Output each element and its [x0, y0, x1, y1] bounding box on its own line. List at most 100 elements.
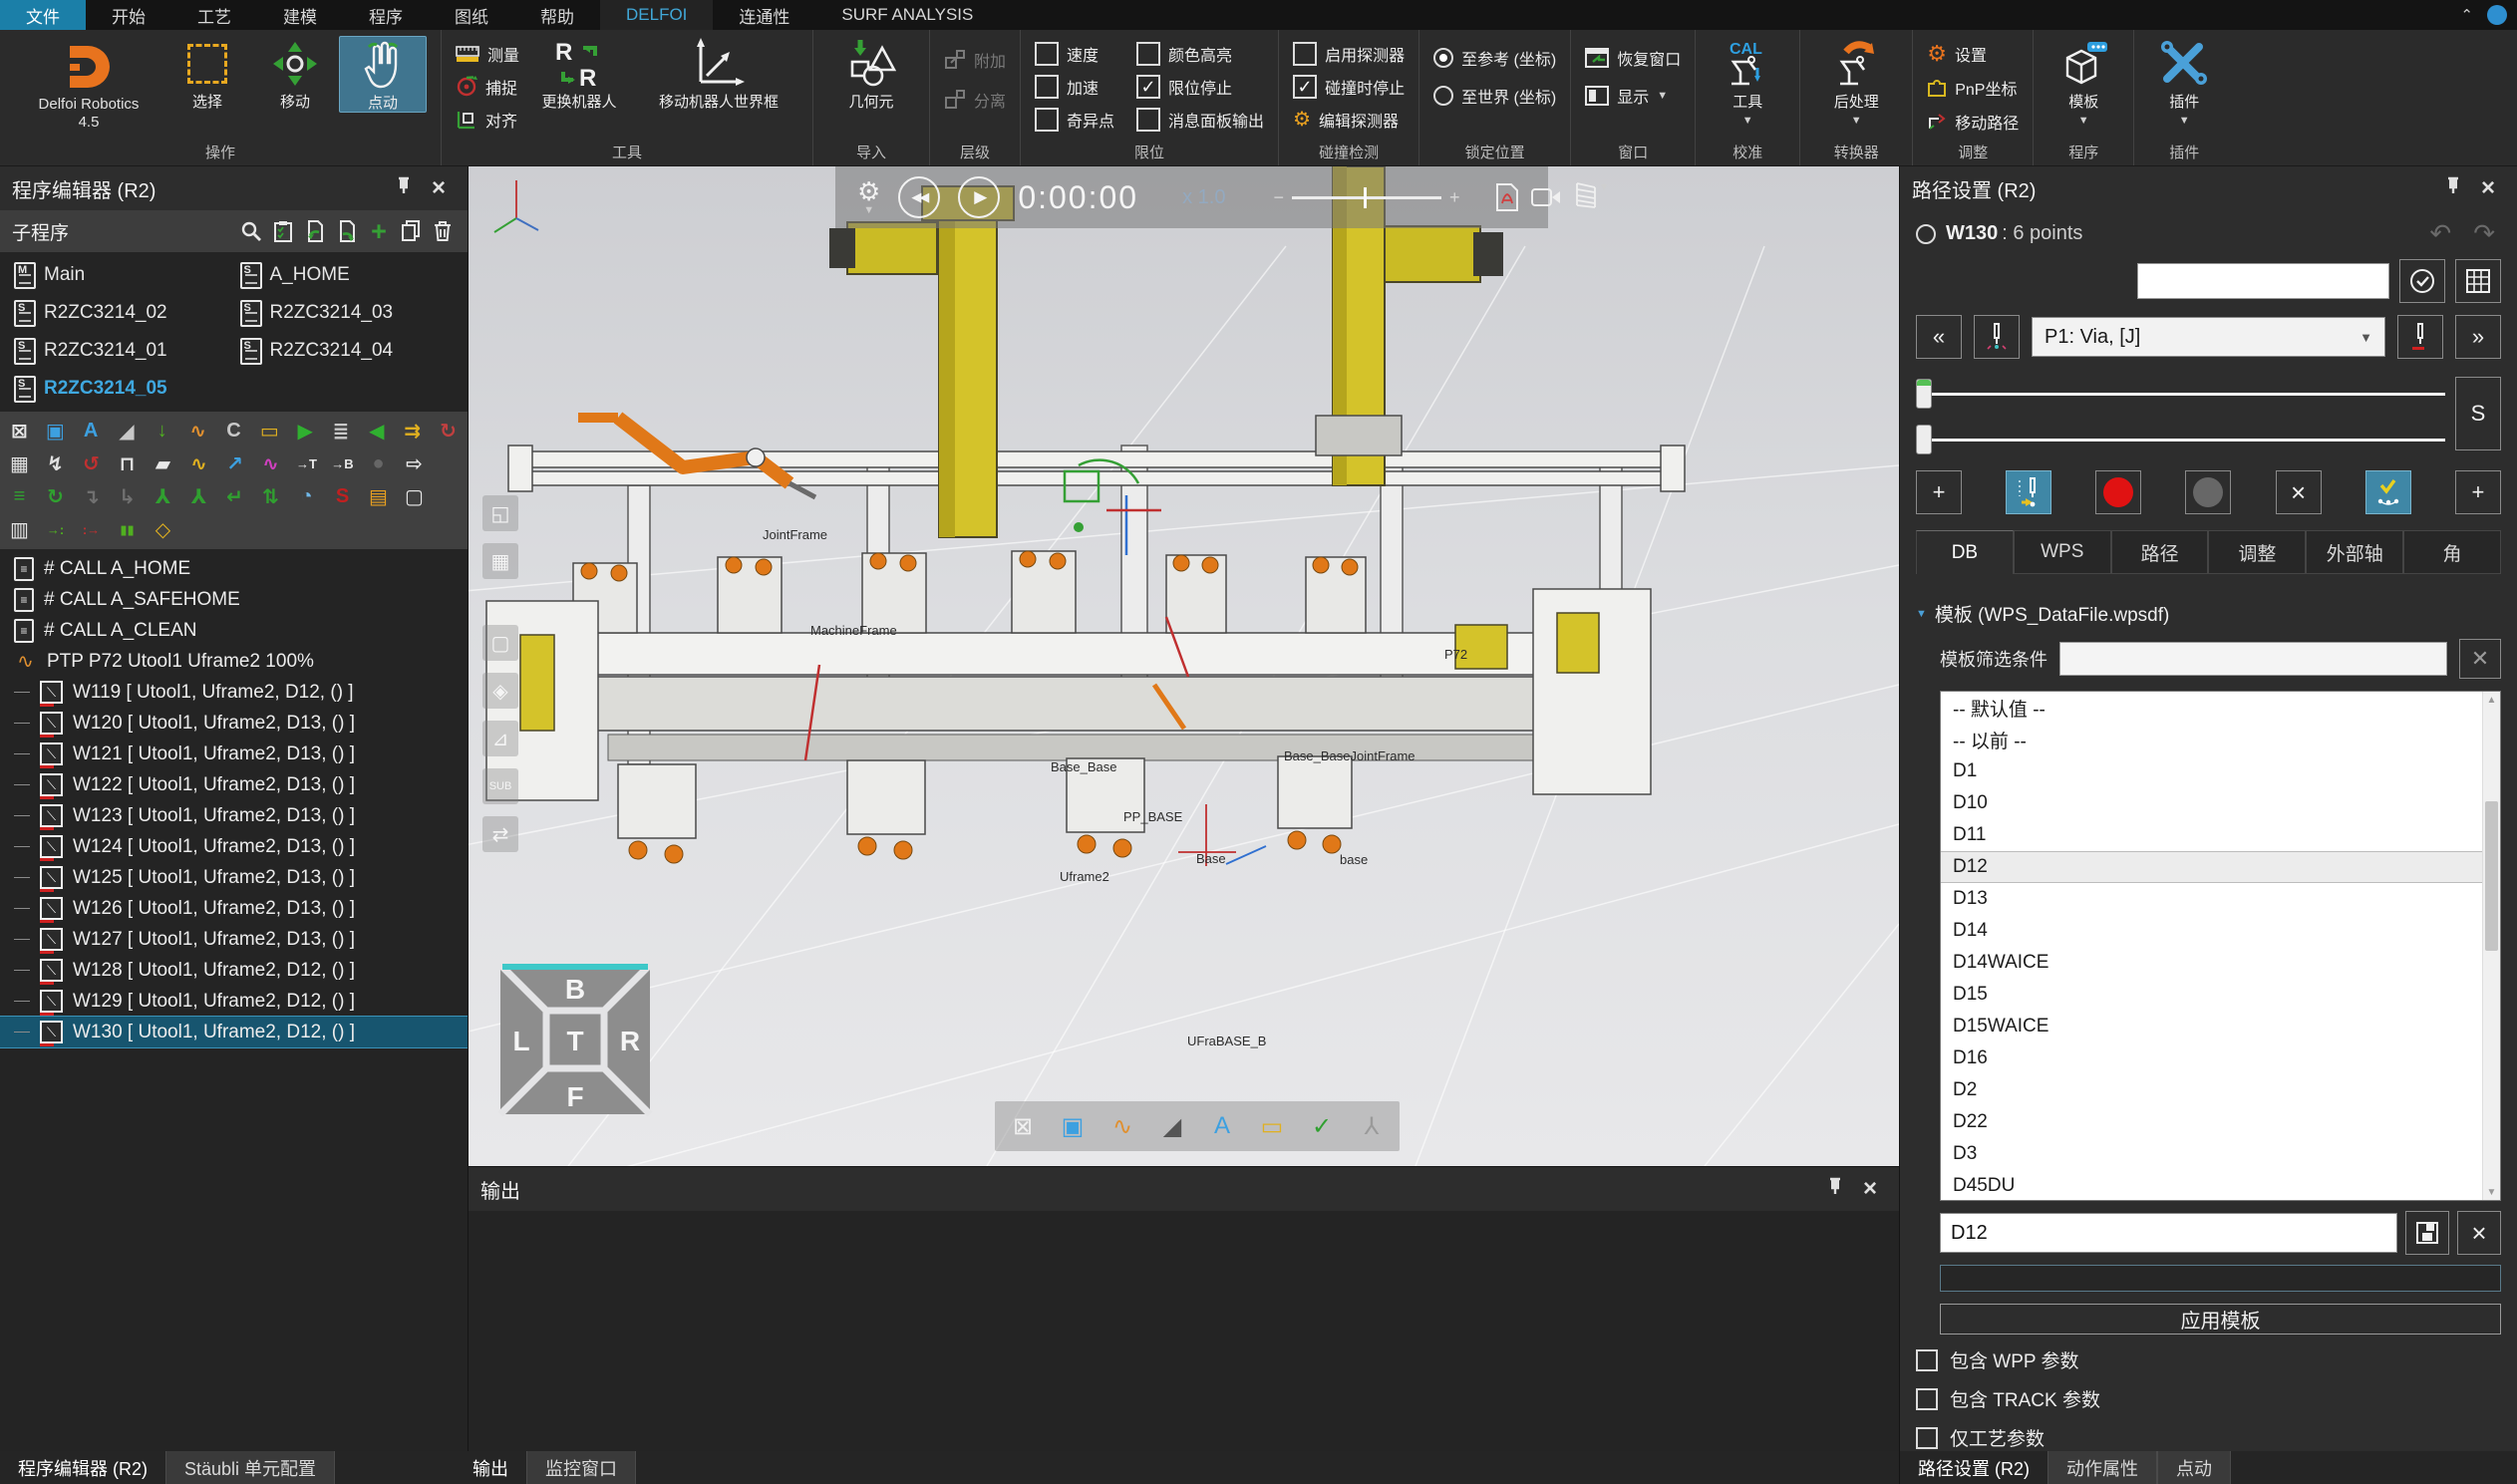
template-item-D45DU[interactable]: D45DU — [1941, 1170, 2482, 1200]
table-view-button[interactable] — [2455, 259, 2501, 303]
subprogram-R2ZC3214_05[interactable]: SR2ZC3214_05 — [8, 372, 234, 406]
statement-row[interactable]: ⟍W128 [ Utool1, Uframe2, D12, () ] — [0, 955, 468, 986]
limit-checkbox-限位停止[interactable]: ✓限位停止 — [1136, 75, 1264, 99]
add-point-after-button[interactable]: + — [2455, 470, 2501, 514]
template-filter-input[interactable] — [2059, 642, 2447, 676]
view-cube[interactable]: B L T R F — [494, 959, 656, 1120]
menu-item-连通性[interactable]: 连通性 — [713, 0, 815, 30]
align-button[interactable]: 对齐 — [456, 108, 519, 132]
statement-row[interactable]: ≡# CALL A_CLEAN — [0, 615, 468, 646]
io-out-icon[interactable]: →: — [42, 516, 69, 543]
move-path-button[interactable]: 移动路径 — [1927, 110, 2019, 134]
template-item-D12[interactable]: D12 — [1941, 851, 2482, 883]
sub-icon[interactable]: SUB — [482, 768, 518, 804]
swap-robot-button[interactable]: R R 更换机器人 — [519, 36, 639, 111]
statement-row[interactable]: ⟍W129 [ Utool1, Uframe2, D12, () ] — [0, 986, 468, 1017]
wait-icon[interactable]: ◔ — [293, 483, 320, 510]
pnp-button[interactable]: PnP坐标 — [1927, 76, 2019, 100]
measure-button[interactable]: 测量 — [456, 42, 519, 66]
curve-icon[interactable]: ◢ — [114, 418, 141, 445]
verify-points-button[interactable] — [2365, 470, 2411, 514]
option-仅工艺参数[interactable]: 仅工艺参数 — [1916, 1424, 2501, 1451]
annotation-icon[interactable]: A — [1202, 1106, 1242, 1146]
prev-point-torch-button[interactable] — [1974, 315, 2020, 359]
pdf-export-icon[interactable] — [1495, 183, 1519, 211]
snap-button[interactable]: 捕捉 — [456, 75, 519, 99]
bottom-tab-输出[interactable]: 输出 — [455, 1451, 526, 1484]
speed-slider[interactable]: − + — [1273, 187, 1459, 208]
video-record-icon[interactable] — [1531, 186, 1561, 208]
plus-icon[interactable]: + — [1449, 187, 1460, 208]
frame-all-icon[interactable]: ▦ — [482, 543, 518, 579]
template-name-input[interactable]: D12 — [1940, 1213, 2397, 1253]
lock-radio-至参考 (坐标)[interactable]: 至参考 (坐标) — [1433, 46, 1556, 70]
menu-item-帮助[interactable]: 帮助 — [514, 0, 600, 30]
point-selector-dropdown[interactable]: P1: Via, [J] ▼ — [2032, 317, 2385, 357]
statement-row[interactable]: ⟍W125 [ Utool1, Uframe2, D13, () ] — [0, 862, 468, 893]
film-export-icon[interactable]: ▼ — [1573, 181, 1599, 214]
text-label-icon[interactable]: A — [78, 418, 105, 445]
postprocess-button[interactable]: 后处理▼ — [1814, 36, 1898, 129]
selection-radio[interactable] — [1916, 224, 1936, 244]
plugin-button[interactable]: 插件▼ — [2148, 36, 2220, 129]
to-tool-icon[interactable]: →T — [293, 450, 320, 477]
record-button[interactable] — [2095, 470, 2141, 514]
branch-b-icon[interactable]: ↳ — [114, 483, 141, 510]
search-icon[interactable] — [238, 218, 264, 244]
fit-view-icon[interactable]: ◱ — [482, 495, 518, 531]
branch-a-icon[interactable]: ↴ — [78, 483, 105, 510]
tree-b-icon[interactable]: ⅄ — [185, 483, 212, 510]
scroll-thumb[interactable] — [2485, 801, 2498, 951]
edit-detector-button[interactable]: ⚙编辑探测器 — [1293, 108, 1405, 132]
play-icon[interactable]: ▶ — [292, 418, 319, 445]
menu-item-DELFOI[interactable]: DELFOI — [600, 0, 713, 30]
chart-mode-icon[interactable]: ◢ — [1152, 1106, 1192, 1146]
statement-row[interactable]: ⟍W121 [ Utool1, Uframe2, D13, () ] — [0, 739, 468, 769]
statement-row[interactable]: ≡# CALL A_HOME — [0, 553, 468, 584]
bottom-tab-动作属性[interactable]: 动作属性 — [2047, 1451, 2157, 1484]
grid-icon[interactable]: ▦ — [6, 450, 33, 477]
loop-icon[interactable]: ↻ — [42, 483, 69, 510]
menu-item-程序[interactable]: 程序 — [343, 0, 429, 30]
checklist-icon[interactable] — [270, 218, 296, 244]
apply-template-button[interactable]: 应用模板 — [1940, 1304, 2501, 1335]
speed-slider-thumb[interactable] — [1364, 187, 1367, 208]
player-settings-button[interactable]: ⚙ ▼ — [857, 178, 880, 216]
verify-icon[interactable]: ↻ — [435, 418, 462, 445]
point-name-input[interactable] — [2137, 263, 2389, 299]
weld-select-icon[interactable]: ⊠ — [6, 418, 33, 445]
pin-icon[interactable] — [1817, 1177, 1853, 1201]
template-item-D1[interactable]: D1 — [1941, 755, 2482, 787]
import-program-icon[interactable] — [302, 218, 328, 244]
point-position-slider[interactable] — [1916, 425, 2445, 454]
bottom-tab-程序编辑器 (R2)[interactable]: 程序编辑器 (R2) — [0, 1451, 165, 1484]
template-item-D14[interactable]: D14 — [1941, 915, 2482, 947]
arrow-ne-icon[interactable]: ↗ — [221, 450, 248, 477]
save-template-button[interactable] — [2405, 1211, 2449, 1255]
bottom-tab-路径设置 (R2)[interactable]: 路径设置 (R2) — [1900, 1451, 2047, 1484]
export-program-icon[interactable] — [334, 218, 360, 244]
template-list-scrollbar[interactable]: ▲ ▼ — [2482, 692, 2500, 1200]
sync-icon[interactable]: ⇅ — [257, 483, 284, 510]
geometry-button[interactable]: 几何元 — [827, 36, 915, 111]
statement-row[interactable]: ⟍W130 [ Utool1, Uframe2, D12, () ] — [0, 1017, 468, 1047]
restore-window-button[interactable]: 恢复窗口 — [1585, 46, 1681, 70]
template-item-D16[interactable]: D16 — [1941, 1042, 2482, 1074]
subprogram-R2ZC3214_02[interactable]: SR2ZC3214_02 — [8, 296, 234, 330]
statement-row[interactable]: ⟍W123 [ Utool1, Uframe2, D13, () ] — [0, 800, 468, 831]
s-button[interactable]: S — [2455, 377, 2501, 450]
undo-icon[interactable]: ↶ — [2423, 218, 2457, 249]
server-icon[interactable]: ≣ — [328, 418, 355, 445]
subprogram-A_HOME[interactable]: SA_HOME — [234, 258, 461, 292]
subprogram-R2ZC3214_01[interactable]: SR2ZC3214_01 — [8, 334, 234, 368]
template-header[interactable]: ▼ 模板 (WPS_DataFile.wpsdf) — [1916, 600, 2501, 627]
return-icon[interactable]: ↵ — [221, 483, 248, 510]
bottom-tab-点动[interactable]: 点动 — [2157, 1451, 2231, 1484]
folder-icon[interactable]: ▰ — [150, 450, 176, 477]
template-item-D15WAICE[interactable]: D15WAICE — [1941, 1011, 2482, 1042]
statement-row[interactable]: ⟍W122 [ Utool1, Uframe2, D13, () ] — [0, 769, 468, 800]
limit-checkbox-消息面板输出[interactable]: 消息面板输出 — [1136, 108, 1264, 132]
option-包含 TRACK 参数[interactable]: 包含 TRACK 参数 — [1916, 1385, 2501, 1412]
menu-item-文件[interactable]: 文件 — [0, 0, 86, 30]
points-mode-icon[interactable]: ∿ — [1102, 1106, 1142, 1146]
